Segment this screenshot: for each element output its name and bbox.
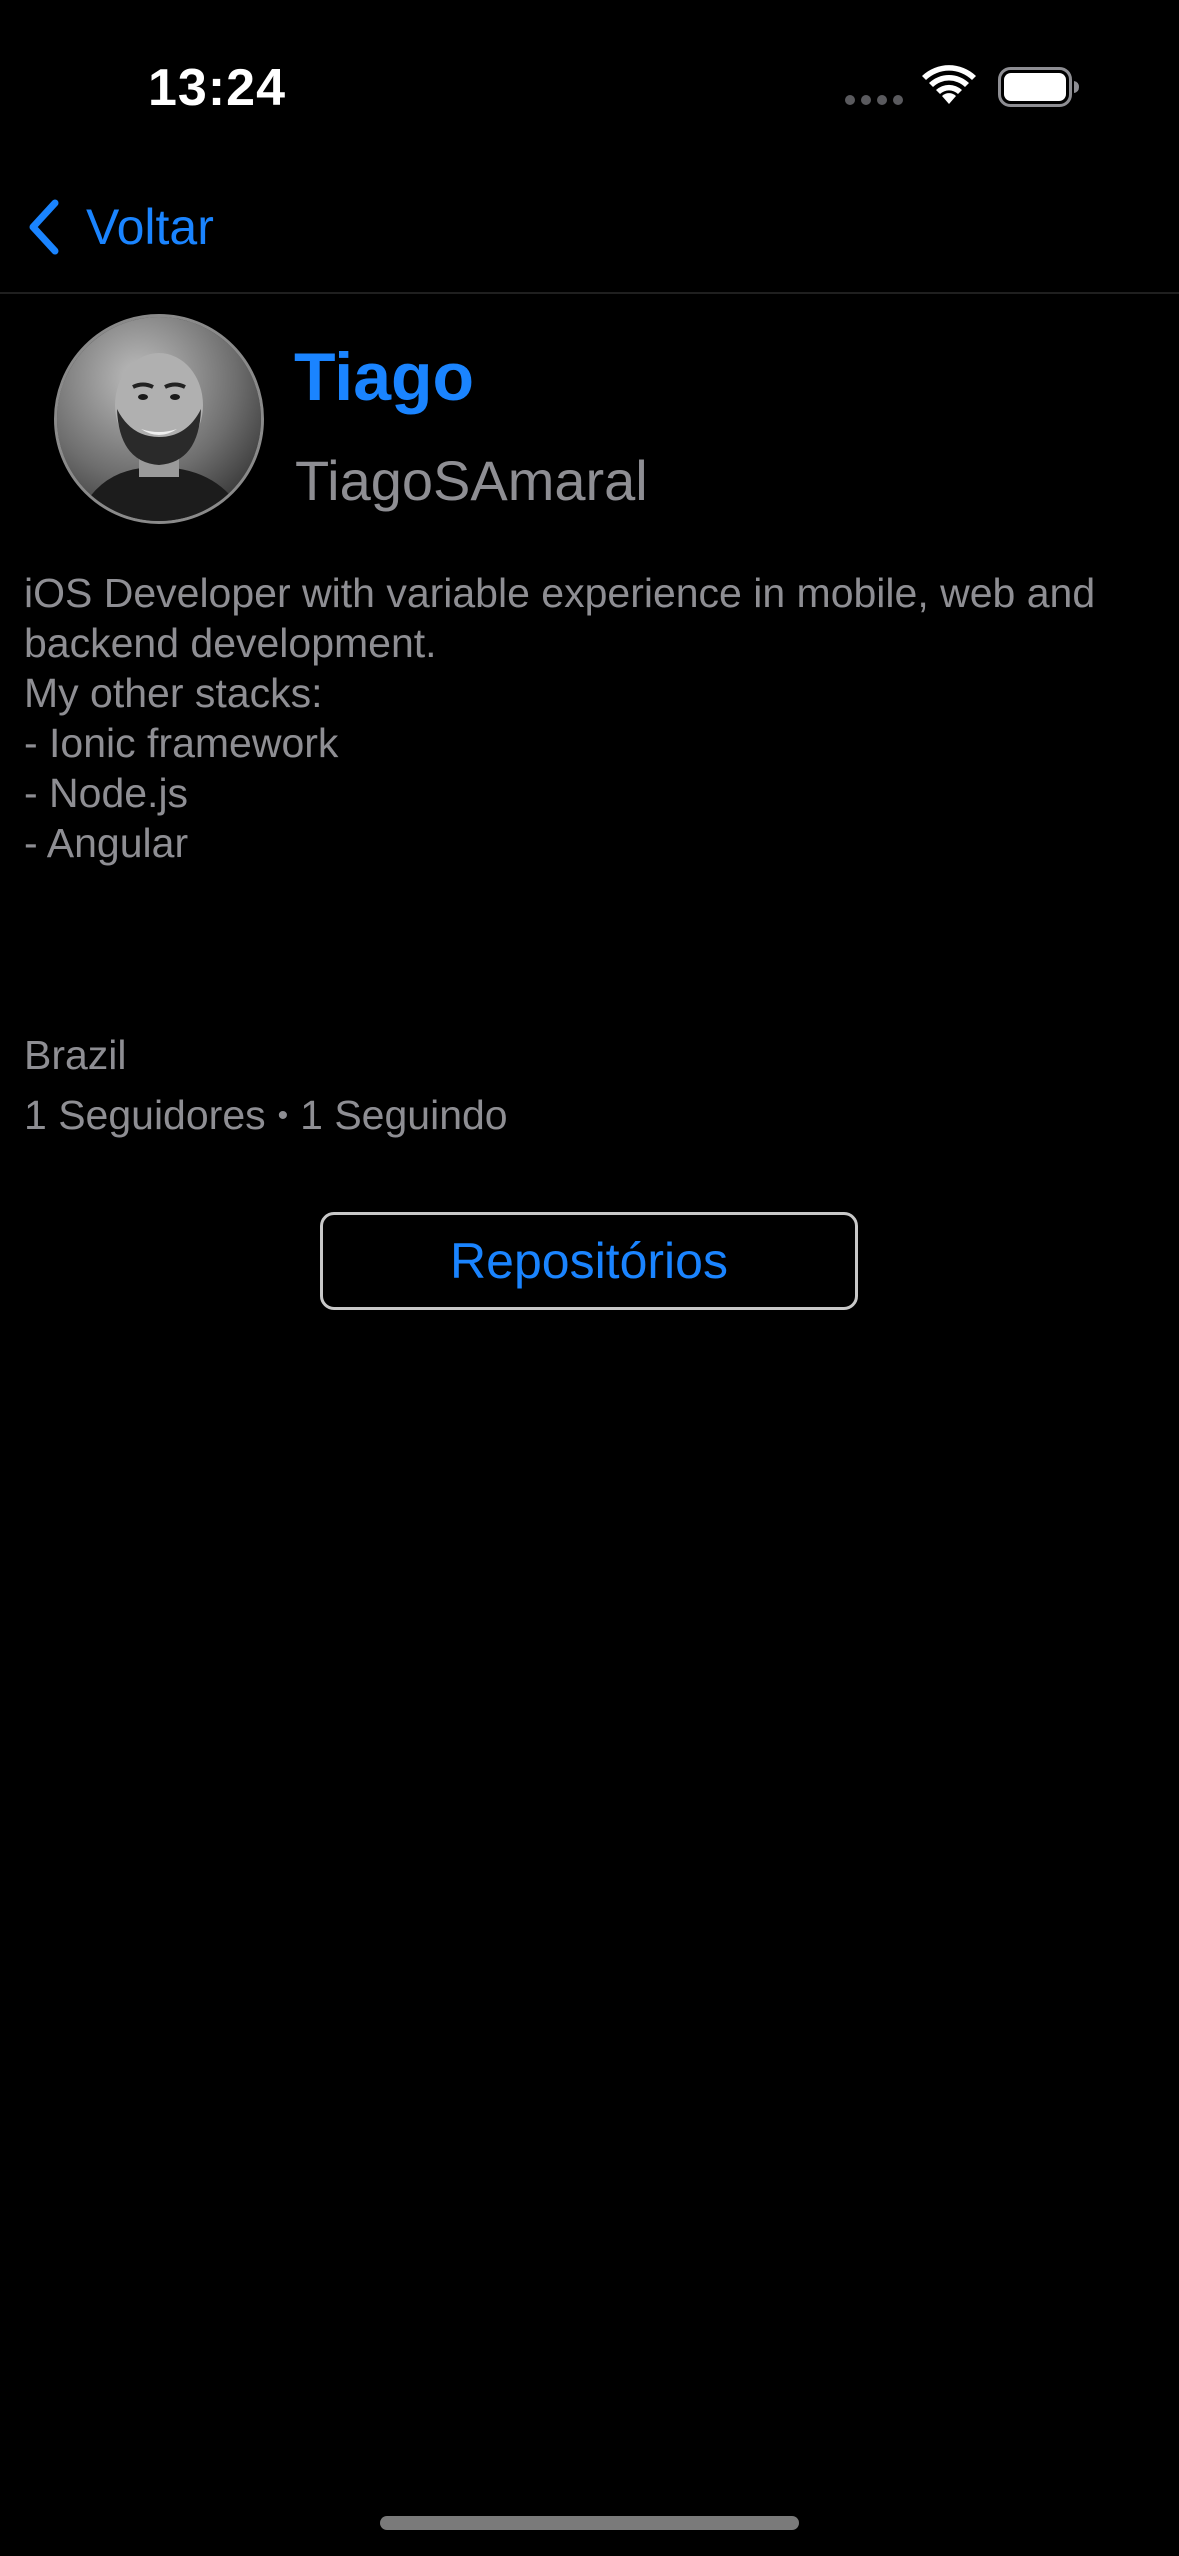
avatar: [54, 314, 264, 524]
back-button[interactable]: Voltar: [24, 192, 214, 262]
profile-location: Brazil: [24, 1032, 127, 1078]
followers-count: 1 Seguidores: [24, 1092, 266, 1138]
follow-counts: 1 Seguidores • 1 Seguindo: [24, 1092, 508, 1139]
avatar-photo: [57, 317, 261, 521]
navigation-bar: Voltar: [0, 170, 1179, 294]
home-indicator[interactable]: [380, 2516, 799, 2530]
chevron-left-icon: [29, 199, 59, 255]
status-time: 13:24: [148, 59, 286, 117]
bio-line: My other stacks:: [24, 670, 323, 716]
signal-dots-icon: [845, 95, 905, 105]
bio-line: - Node.js: [24, 770, 189, 816]
bio-line: backend development.: [24, 620, 437, 666]
profile-login: TiagoSAmaral: [295, 449, 648, 512]
wifi-icon: [922, 65, 976, 104]
back-label: Voltar: [86, 199, 214, 255]
battery-icon: [998, 67, 1079, 107]
bio-line: iOS Developer with variable experience i…: [24, 570, 1096, 616]
repositories-button[interactable]: Repositórios: [320, 1212, 858, 1310]
separator-dot: •: [277, 1099, 289, 1132]
following-count: 1 Seguindo: [300, 1092, 508, 1138]
profile-display-name: Tiago: [294, 339, 475, 415]
bio-line: - Angular: [24, 820, 189, 866]
status-bar: 13:24: [0, 0, 1179, 170]
bio-line: - Ionic framework: [24, 720, 339, 766]
profile-bio: iOS Developer with variable experience i…: [24, 568, 1164, 868]
